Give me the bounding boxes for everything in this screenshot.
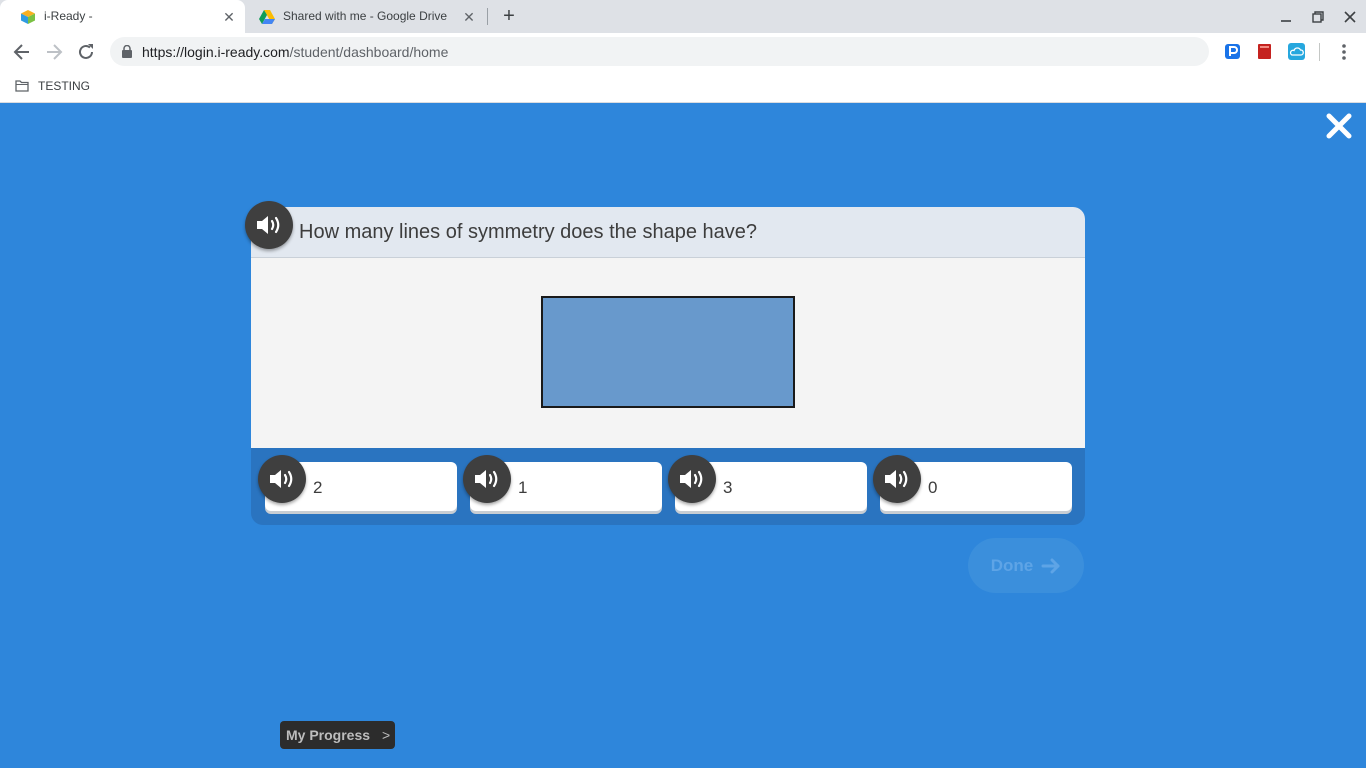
tab-close-icon[interactable]: ✕ <box>461 9 477 25</box>
bookmark-testing[interactable]: TESTING <box>15 77 90 95</box>
browser-menu-icon[interactable] <box>1336 42 1352 62</box>
answer-2-audio-button[interactable] <box>258 455 306 503</box>
speaker-icon <box>885 470 908 488</box>
google-drive-favicon-icon <box>259 10 275 24</box>
done-label: Done <box>990 555 1034 575</box>
forward-icon[interactable] <box>44 42 64 62</box>
back-icon[interactable] <box>12 42 32 62</box>
minimize-icon[interactable] <box>1277 8 1295 26</box>
answer-label: 1 <box>518 478 528 497</box>
speaker-icon <box>257 216 280 234</box>
folder-icon <box>15 80 29 92</box>
extension-cloud-icon[interactable] <box>1288 43 1305 60</box>
answer-3-audio-button[interactable] <box>668 455 716 503</box>
question-audio-button[interactable] <box>245 201 293 249</box>
tab-title: Shared with me - Google Drive <box>283 9 448 23</box>
tab-divider <box>487 8 488 25</box>
bookmark-label: TESTING <box>38 79 91 93</box>
reload-icon[interactable] <box>76 42 96 62</box>
lock-icon <box>122 45 132 58</box>
address-bar[interactable]: https://login.i-ready.com/student/dashbo… <box>110 37 1209 66</box>
toolbar-separator <box>1319 43 1320 61</box>
answer-0-audio-button[interactable] <box>873 455 921 503</box>
my-progress-button[interactable]: My Progress > <box>280 721 395 749</box>
question-figure-area <box>251 258 1085 448</box>
browser-toolbar: https://login.i-ready.com/student/dashbo… <box>0 33 1366 70</box>
close-lesson-icon[interactable] <box>1324 111 1354 141</box>
extension-book-icon[interactable] <box>1256 43 1273 60</box>
close-window-icon[interactable] <box>1341 8 1359 26</box>
chevron-right-icon: > <box>382 727 391 743</box>
answer-label: 0 <box>928 478 938 497</box>
url-text: https://login.i-ready.com/student/dashbo… <box>142 44 448 60</box>
arrow-right-icon <box>1041 558 1060 573</box>
url-domain: https://login.i-ready.com <box>142 44 290 60</box>
extension-p-icon[interactable] <box>1224 43 1241 60</box>
question-prompt: How many lines of symmetry does the shap… <box>299 221 757 243</box>
question-header: How many lines of symmetry does the shap… <box>251 207 1085 258</box>
new-tab-icon[interactable]: + <box>500 6 518 26</box>
speaker-icon <box>680 470 703 488</box>
url-path: /student/dashboard/home <box>289 44 449 60</box>
answer-1-audio-button[interactable] <box>463 455 511 503</box>
tab-title: i-Ready - <box>44 9 93 23</box>
answer-label: 3 <box>723 478 733 497</box>
tab-close-icon[interactable]: ✕ <box>221 9 237 25</box>
answer-label: 2 <box>313 478 323 497</box>
iready-favicon-icon <box>21 10 35 24</box>
tab-iready[interactable]: i-Ready - ✕ <box>0 0 245 33</box>
browser-tab-strip: i-Ready - ✕ Shared with me - Google Driv… <box>0 0 1366 33</box>
speaker-icon <box>475 470 498 488</box>
speaker-icon <box>270 470 293 488</box>
tab-google-drive[interactable]: Shared with me - Google Drive ✕ <box>248 0 485 33</box>
done-button[interactable]: Done <box>968 538 1084 593</box>
restore-icon[interactable] <box>1309 8 1327 26</box>
bookmarks-bar: TESTING <box>0 70 1366 103</box>
my-progress-label: My Progress <box>286 727 371 743</box>
rectangle-shape <box>541 296 795 408</box>
